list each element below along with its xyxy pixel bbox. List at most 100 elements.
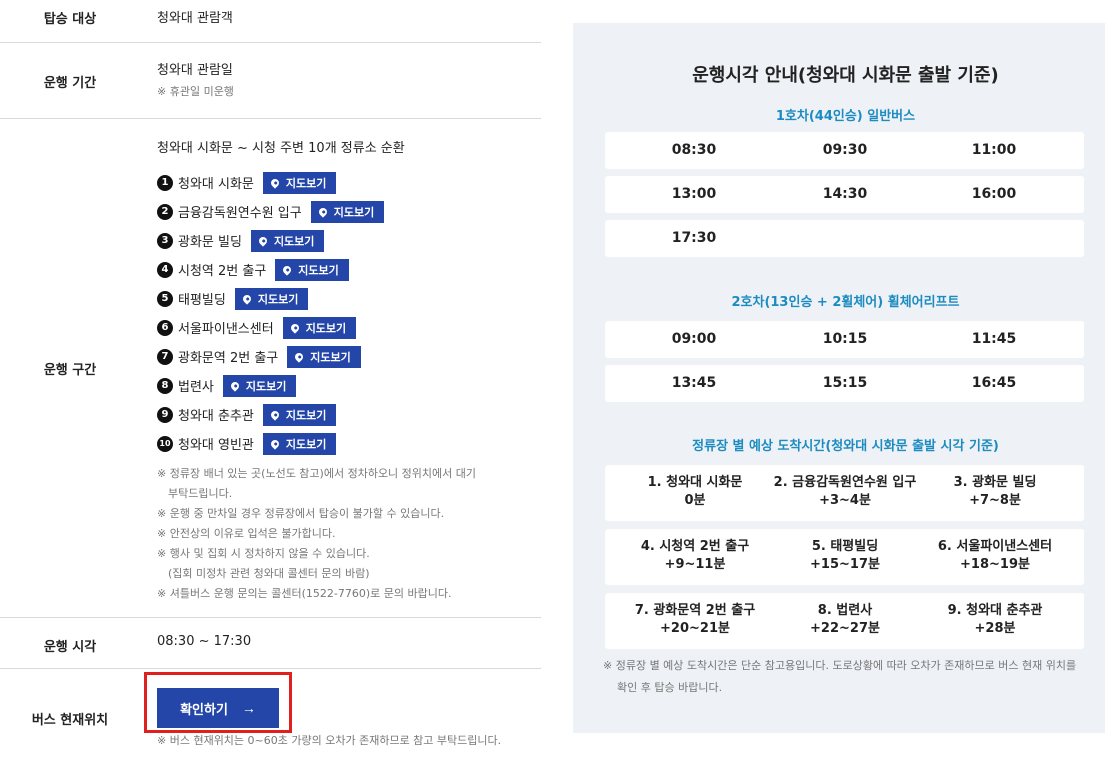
stop-name: 시청역 2번 출구 xyxy=(178,264,267,279)
time-value: 08:30 ~ 17:30 xyxy=(157,634,252,649)
target-value: 청와대 관람객 xyxy=(157,11,233,26)
time-cell: 11:00 xyxy=(971,142,1017,158)
highlight-box: 확인하기 → xyxy=(144,672,292,733)
map-view-label: 지도보기 xyxy=(298,264,339,277)
time-cell: 11:45 xyxy=(971,331,1017,347)
map-view-label: 지도보기 xyxy=(257,293,299,306)
time-cell: 09:00 xyxy=(671,331,717,347)
arrival-time: +15~17분 xyxy=(810,557,880,572)
arrival-stop-name: 9. 청와대 춘추관 xyxy=(947,603,1043,618)
arrival-stop-name: 7. 광화문역 2번 출구 xyxy=(634,603,756,618)
stop-item: 1 청와대 시화문 지도보기 xyxy=(157,168,541,197)
arrival-time: 0분 xyxy=(684,493,706,508)
arrow-right-icon: → xyxy=(241,700,256,716)
stop-number-badge: 3 xyxy=(157,232,173,249)
row-label-target: 탑승 대상 xyxy=(43,12,97,27)
arrival-time: +18~19분 xyxy=(960,557,1030,572)
stop-item: 4 시청역 2번 출구 지도보기 xyxy=(157,255,541,284)
row-label-period: 운행 기간 xyxy=(43,76,97,91)
period-note: ※ 휴관일 미운행 xyxy=(157,85,234,98)
arrival-cell: 2. 금융감독원연수원 입구 +3~4분 xyxy=(765,474,925,510)
stop-name: 태평빌딩 xyxy=(178,293,226,308)
time-cell: 08:30 xyxy=(671,142,717,158)
stop-item: 9 청와대 춘추관 지도보기 xyxy=(157,400,541,429)
arrival-stop-name: 8. 법련사 xyxy=(817,603,873,618)
bus2-title: 2호차(13인승 + 2휠체어) 휠체어리프트 xyxy=(731,295,960,310)
arrival-cell: 6. 서울파이낸스센터 +18~19분 xyxy=(915,538,1075,574)
bus1-time-row: 08:30 09:30 11:00 xyxy=(605,132,1084,169)
stop-item: 2 금융감독원연수원 입구 지도보기 xyxy=(157,197,541,226)
map-view-label: 지도보기 xyxy=(310,351,351,364)
map-pin-icon xyxy=(289,321,301,334)
row-label-route: 운행 구간 xyxy=(43,363,97,378)
bus1-time-row: 13:00 14:30 16:00 xyxy=(605,176,1084,213)
stop-item: 10 청와대 영빈관 지도보기 xyxy=(157,429,541,458)
map-view-button[interactable]: 지도보기 xyxy=(250,229,325,252)
arrival-time: +7~8분 xyxy=(969,493,1021,508)
route-note: ※ 셔틀버스 운행 문의는 콜센터(1522-7760)로 문의 바랍니다. xyxy=(157,587,452,600)
row-label-bus-location: 버스 현재위치 xyxy=(31,713,109,728)
stop-number-badge: 1 xyxy=(157,174,173,191)
schedule-panel: 운행시각 안내(청와대 시화문 출발 기준) 1호차(44인승) 일반버스 08… xyxy=(573,23,1105,733)
map-pin-icon xyxy=(241,292,253,305)
map-pin-icon xyxy=(269,437,281,450)
confirm-button[interactable]: 확인하기 → xyxy=(157,688,279,728)
map-view-button[interactable]: 지도보기 xyxy=(262,432,337,455)
route-note: (집회 미정차 관련 청와대 콜센터 문의 바람) xyxy=(168,567,370,580)
map-view-button[interactable]: 지도보기 xyxy=(234,287,309,310)
bus2-time-row: 09:00 10:15 11:45 xyxy=(605,321,1084,358)
panel-note-line: ※ 정류장 별 예상 도착시간은 단순 참고용입니다. 도로상황에 따라 오차가… xyxy=(603,659,1077,672)
panel-note-line: 확인 후 탑승 바랍니다. xyxy=(617,681,723,694)
time-cell: 09:30 xyxy=(822,142,868,158)
map-view-button[interactable]: 지도보기 xyxy=(262,171,337,194)
arrival-row: 4. 시청역 2번 출구 +9~11분 5. 태평빌딩 +15~17분 6. 서… xyxy=(605,529,1084,585)
stop-number-badge: 4 xyxy=(157,261,173,278)
stop-name: 광화문역 2번 출구 xyxy=(178,351,279,366)
panel-note: ※ 정류장 별 예상 도착시간은 단순 참고용입니다. 도로상황에 따라 오차가… xyxy=(603,655,1093,699)
row-route: 운행 구간 청와대 시화문 ~ 시청 주변 10개 정류소 순환 1 청와대 시… xyxy=(0,119,541,618)
arrival-time: +28분 xyxy=(974,621,1016,636)
map-pin-icon xyxy=(257,234,269,247)
map-view-button[interactable]: 지도보기 xyxy=(275,258,349,281)
map-view-label: 지도보기 xyxy=(285,438,327,451)
bus1-time-row: 17:30 xyxy=(605,220,1084,257)
arrival-stop-name: 3. 광화문 빌딩 xyxy=(953,475,1037,490)
route-note: ※ 운행 중 만차일 경우 정류장에서 탑승이 불가할 수 있습니다. xyxy=(157,507,445,520)
route-note: ※ 정류장 배너 있는 곳(노선도 참고)에서 정차하오니 정위치에서 대기 xyxy=(157,467,477,480)
arrival-cell: 3. 광화문 빌딩 +7~8분 xyxy=(915,474,1075,510)
arrival-title: 정류장 별 예상 도착시간(청와대 시화문 출발 시각 기준) xyxy=(692,439,999,454)
service-info-table: 탑승 대상 청와대 관람객 운행 기간 청와대 관람일 ※ 휴관일 미운행 운행… xyxy=(0,0,541,760)
stop-number-badge: 6 xyxy=(157,319,173,336)
stop-name: 광화문 빌딩 xyxy=(178,235,242,250)
map-view-button[interactable]: 지도보기 xyxy=(287,345,361,368)
map-view-button[interactable]: 지도보기 xyxy=(222,374,297,397)
arrival-cell: 8. 법련사 +22~27분 xyxy=(765,602,925,638)
route-note: 부탁드립니다. xyxy=(168,487,233,500)
route-notes: ※ 정류장 배너 있는 곳(노선도 참고)에서 정차하오니 정위치에서 대기 부… xyxy=(157,464,541,604)
stop-number-badge: 8 xyxy=(157,377,173,394)
map-pin-icon xyxy=(317,205,329,218)
time-cell: 16:00 xyxy=(971,186,1017,202)
stop-item: 3 광화문 빌딩 지도보기 xyxy=(157,226,541,255)
arrival-stop-name: 4. 시청역 2번 출구 xyxy=(640,539,750,554)
route-note: ※ 안전상의 이유로 입석은 불가합니다. xyxy=(157,527,336,540)
confirm-button-label: 확인하기 xyxy=(180,701,228,717)
map-view-button[interactable]: 지도보기 xyxy=(282,316,357,339)
map-view-label: 지도보기 xyxy=(273,235,315,248)
stop-item: 7 광화문역 2번 출구 지도보기 xyxy=(157,342,541,371)
arrival-time: +22~27분 xyxy=(810,621,880,636)
arrival-cell: 7. 광화문역 2번 출구 +20~21분 xyxy=(615,602,775,638)
arrival-time: +9~11분 xyxy=(664,557,726,572)
map-view-label: 지도보기 xyxy=(285,177,327,190)
arrival-stop-name: 2. 금융감독원연수원 입구 xyxy=(773,475,917,490)
arrival-stop-name: 1. 청와대 시화문 xyxy=(647,475,743,490)
time-cell: 14:30 xyxy=(822,186,868,202)
map-pin-icon xyxy=(269,408,281,421)
arrival-time: +3~4분 xyxy=(819,493,871,508)
stop-name: 청와대 영빈관 xyxy=(178,438,254,453)
map-view-button[interactable]: 지도보기 xyxy=(310,200,385,223)
arrival-row: 7. 광화문역 2번 출구 +20~21분 8. 법련사 +22~27분 9. … xyxy=(605,593,1084,649)
row-period: 운행 기간 청와대 관람일 ※ 휴관일 미운행 xyxy=(0,43,541,119)
map-view-button[interactable]: 지도보기 xyxy=(262,403,337,426)
stop-number-badge: 10 xyxy=(157,435,173,452)
